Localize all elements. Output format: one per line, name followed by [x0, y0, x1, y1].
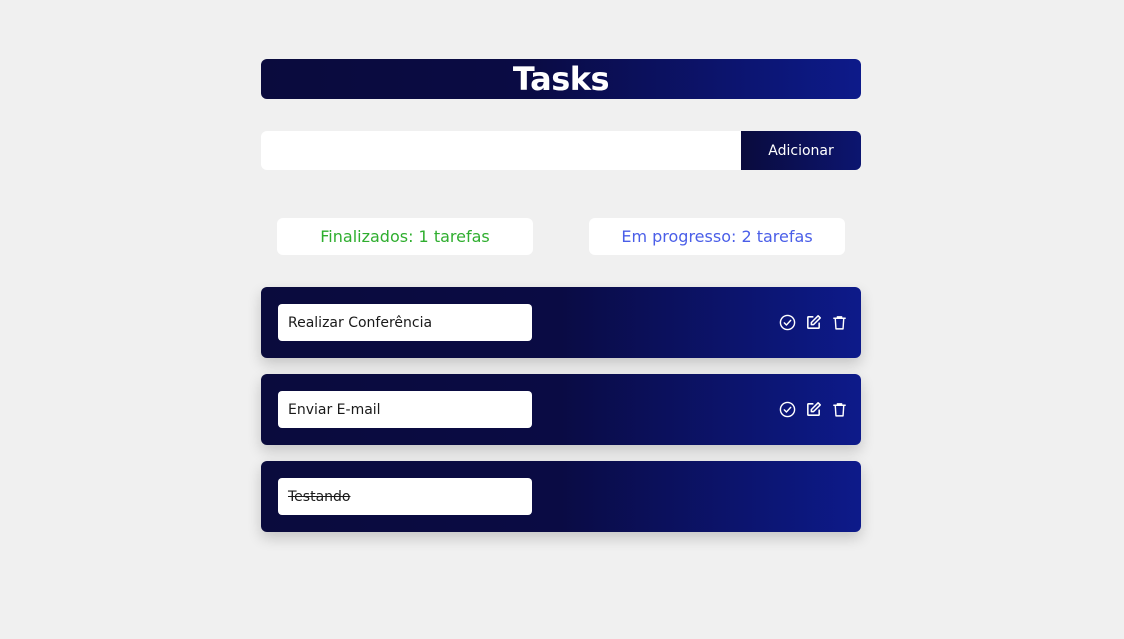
add-button[interactable]: Adicionar	[741, 131, 861, 170]
edit-icon[interactable]	[805, 401, 822, 418]
in-progress-counter: Em progresso: 2 tarefas	[589, 218, 845, 255]
trash-icon[interactable]	[831, 401, 848, 418]
app-container: Tasks Adicionar Finalizados: 1 tarefas E…	[261, 59, 861, 548]
task-text: Enviar E-mail	[278, 391, 532, 428]
check-icon[interactable]	[779, 314, 796, 331]
trash-icon[interactable]	[831, 314, 848, 331]
task-actions	[779, 314, 848, 331]
edit-icon[interactable]	[805, 314, 822, 331]
task-item: Enviar E-mail	[261, 374, 861, 445]
check-icon[interactable]	[779, 401, 796, 418]
task-list: Realizar Conferência Enviar E-mail Testa…	[261, 287, 861, 532]
task-input[interactable]	[261, 131, 741, 170]
finished-counter: Finalizados: 1 tarefas	[277, 218, 533, 255]
counters: Finalizados: 1 tarefas Em progresso: 2 t…	[261, 218, 861, 255]
task-item: Realizar Conferência	[261, 287, 861, 358]
header-bar: Tasks	[261, 59, 861, 99]
add-task-form: Adicionar	[261, 131, 861, 170]
task-text: Testando	[278, 478, 532, 515]
task-item-completed: Testando	[261, 461, 861, 532]
task-actions	[779, 401, 848, 418]
task-text: Realizar Conferência	[278, 304, 532, 341]
page-title: Tasks	[512, 60, 610, 98]
